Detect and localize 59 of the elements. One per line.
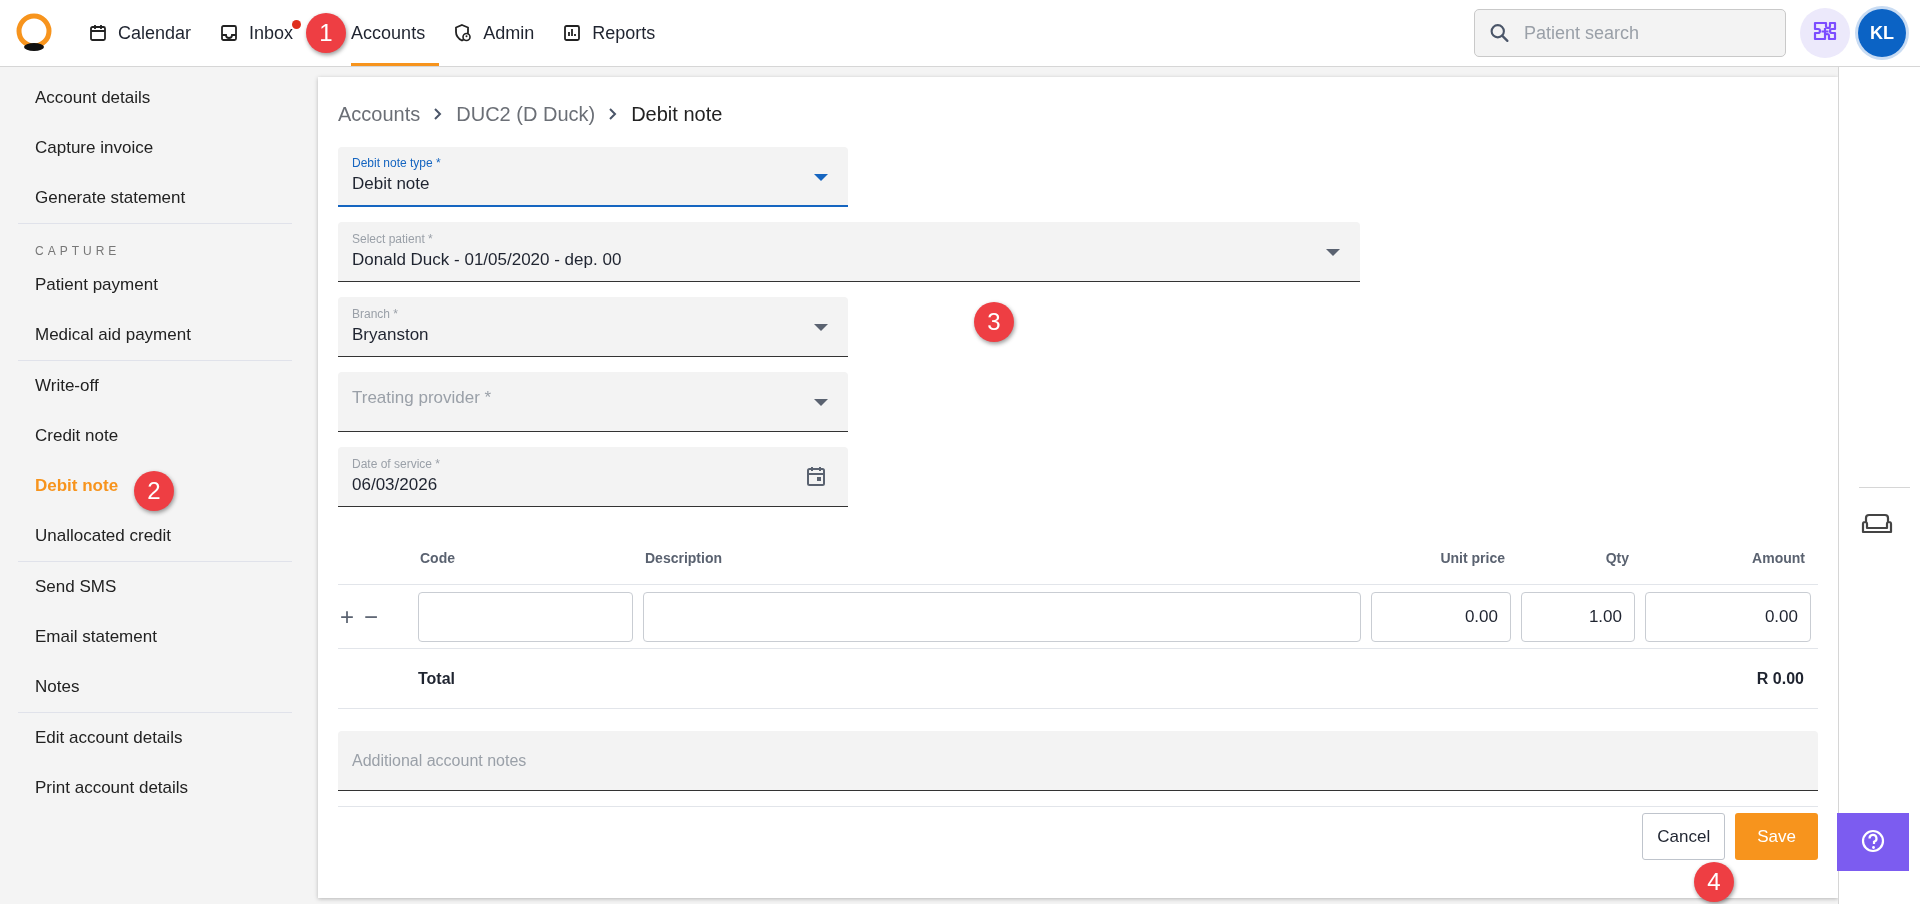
sidebar-item[interactable]: Print account details — [18, 763, 193, 813]
sidebar-item[interactable]: Credit note — [18, 411, 123, 461]
remove-row-button[interactable]: − — [364, 604, 379, 629]
add-row-button[interactable]: + — [340, 604, 354, 629]
dropdown-arrow-icon — [814, 324, 828, 332]
nav-tab[interactable]: Admin — [439, 0, 549, 66]
date-field[interactable]: Date of service * 06/03/2026 — [338, 447, 848, 507]
sidebar-item[interactable]: Capture invoice — [18, 123, 158, 173]
table-input[interactable] — [643, 591, 1361, 642]
sidebar-item[interactable]: Email statement — [18, 612, 161, 662]
section-heading: CAPTURE — [34, 243, 122, 260]
sidebar-item[interactable]: Patient payment — [18, 260, 162, 310]
nav-tab[interactable]: Accounts — [351, 0, 440, 66]
dropdown-arrow-icon — [814, 174, 828, 182]
user-avatar[interactable]: KL — [1858, 9, 1906, 57]
total-label: Total — [418, 668, 456, 689]
cancel-button[interactable]: Cancel — [1642, 813, 1726, 860]
table-input[interactable] — [418, 591, 633, 642]
column-header: Description — [644, 549, 723, 568]
table-input[interactable]: 1.00 — [1521, 591, 1635, 642]
notes-field[interactable]: Additional account notes — [338, 731, 1818, 791]
nav-tab[interactable]: Inbox — [205, 0, 308, 66]
sidebar-item[interactable]: Write-off — [18, 361, 103, 411]
dropdown-field[interactable]: Select patient * Donald Duck - 01/05/2020 - dep. 00 — [338, 222, 1360, 282]
column-header: Amount — [1751, 549, 1806, 568]
column-header: Qty — [1604, 549, 1630, 568]
dropdown-arrow-icon — [1326, 249, 1340, 257]
extension-button[interactable] — [1800, 8, 1850, 58]
sidebar-item[interactable]: Edit account details — [18, 713, 187, 763]
inbox-icon — [219, 23, 240, 43]
dropdown-field[interactable]: Debit note type * Debit note — [338, 147, 848, 207]
nav-tab[interactable]: Calendar — [74, 0, 206, 66]
page-title: Debit note — [631, 102, 723, 127]
dropdown-field[interactable]: Branch * Bryanston — [338, 297, 848, 357]
table-input[interactable]: 0.00 — [1371, 591, 1511, 642]
logo-icon[interactable] — [14, 13, 54, 53]
dropdown-arrow-icon — [814, 399, 828, 407]
column-header: Unit price — [1439, 549, 1506, 568]
table-input[interactable]: 0.00 — [1645, 591, 1811, 642]
shield-user-icon — [453, 23, 474, 43]
search-field[interactable]: Patient search — [1474, 9, 1786, 57]
search-icon — [1489, 21, 1510, 45]
column-header: Code — [419, 549, 456, 568]
sidebar-item[interactable]: Unallocated credit — [18, 511, 176, 561]
sidebar-item[interactable]: Notes — [18, 662, 84, 712]
breadcrumb-link[interactable]: Accounts — [338, 99, 421, 129]
sidebar-item[interactable]: Medical aid payment — [18, 310, 195, 360]
sidebar-item[interactable]: Account details — [18, 73, 155, 123]
sidebar-item[interactable]: Send SMS — [18, 562, 121, 612]
total-amount: R 0.00 — [1756, 668, 1804, 689]
sidebar-item[interactable]: Generate statement — [18, 173, 190, 223]
calendar-icon — [88, 23, 108, 43]
nav-tab[interactable]: Reports — [548, 0, 670, 66]
step-marker: 2 — [134, 471, 174, 511]
breadcrumb-link[interactable]: DUC2 (D Duck) — [456, 99, 596, 129]
help-button[interactable] — [1837, 813, 1909, 871]
bar-chart-icon — [562, 23, 583, 43]
calendar-icon[interactable] — [806, 465, 826, 487]
search-input: Patient search — [1524, 19, 1771, 47]
